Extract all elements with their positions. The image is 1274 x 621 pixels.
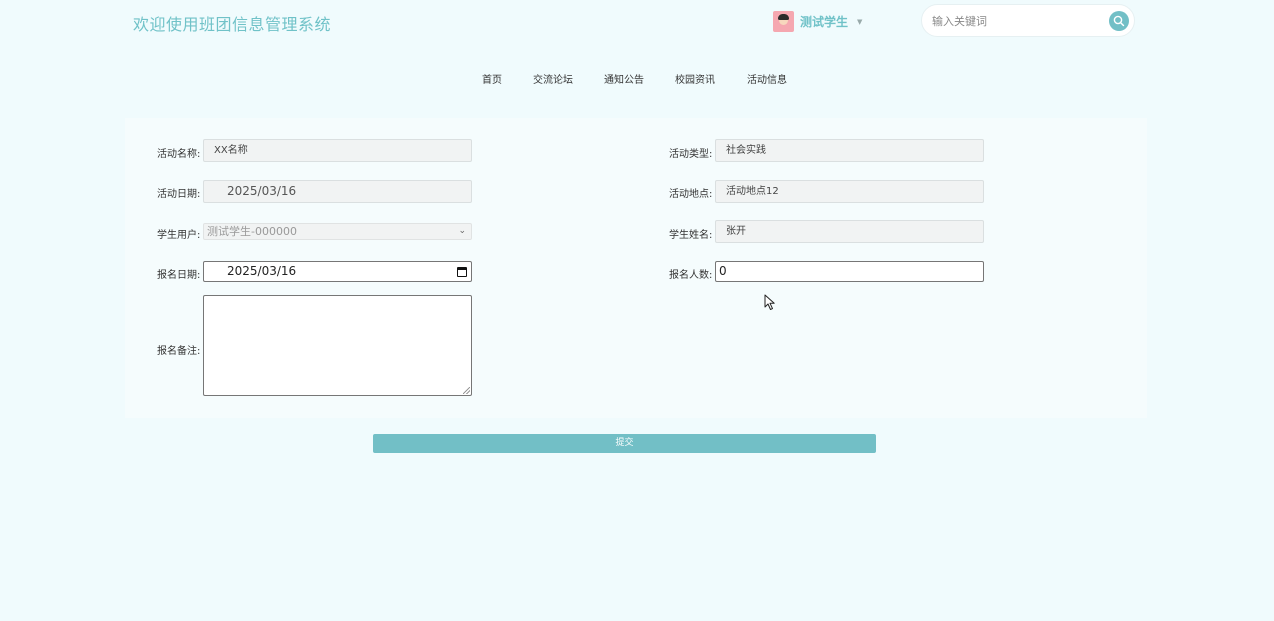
activity-type-label: 活动类型: xyxy=(669,149,713,160)
calendar-icon[interactable] xyxy=(457,267,467,277)
activity-date-label: 活动日期: xyxy=(157,189,201,200)
user-menu[interactable]: 测试学生 ▼ xyxy=(773,11,862,32)
avatar xyxy=(773,11,794,32)
search-button[interactable] xyxy=(1109,11,1129,31)
signup-date-input[interactable]: 2025/03/16 xyxy=(203,261,472,282)
nav-item-notices[interactable]: 通知公告 xyxy=(604,71,644,86)
username: 测试学生 xyxy=(800,15,849,29)
search-icon xyxy=(1113,15,1125,27)
signup-date-label: 报名日期: xyxy=(157,270,201,281)
activity-type-field: 社会实践 xyxy=(715,139,984,162)
student-name-label: 学生姓名: xyxy=(669,230,713,241)
student-name-field: 张开 xyxy=(715,220,984,243)
activity-location-field: 活动地点12 xyxy=(715,180,984,203)
nav-item-activities[interactable]: 活动信息 xyxy=(747,71,787,86)
resize-handle-icon[interactable] xyxy=(463,387,470,394)
activity-name-field: XX名称 xyxy=(203,139,472,162)
chevron-down-icon: ▼ xyxy=(857,17,863,26)
student-user-select: 测试学生-000000 ⌄ xyxy=(203,223,472,240)
page: 欢迎使用班团信息管理系统 测试学生 ▼ 首页 交流论坛 通知公告 校园资讯 活动… xyxy=(0,0,1274,621)
activity-name-label: 活动名称: xyxy=(157,149,201,160)
signup-notes-label: 报名备注: xyxy=(157,346,201,357)
signup-notes-textarea[interactable] xyxy=(203,295,472,396)
search-box xyxy=(921,4,1135,37)
nav-item-campus-news[interactable]: 校园资讯 xyxy=(675,71,715,86)
chevron-down-icon: ⌄ xyxy=(458,226,466,236)
student-user-value: 测试学生-000000 xyxy=(207,225,297,238)
student-user-label: 学生用户: xyxy=(157,230,201,241)
nav-item-forum[interactable]: 交流论坛 xyxy=(533,71,573,86)
signup-count-label: 报名人数: xyxy=(669,270,713,281)
submit-button[interactable]: 提交 xyxy=(373,434,876,453)
activity-date-field: 2025/03/16 xyxy=(203,180,472,203)
activity-location-label: 活动地点: xyxy=(669,189,713,200)
nav-item-home[interactable]: 首页 xyxy=(482,71,502,86)
search-input[interactable] xyxy=(932,13,1102,29)
mouse-cursor-icon xyxy=(764,294,775,310)
signup-date-value: 2025/03/16 xyxy=(227,264,297,278)
main-nav: 首页 交流论坛 通知公告 校园资讯 活动信息 xyxy=(0,71,1274,87)
site-title: 欢迎使用班团信息管理系统 xyxy=(133,15,332,34)
signup-count-input[interactable]: 0 xyxy=(715,261,984,282)
